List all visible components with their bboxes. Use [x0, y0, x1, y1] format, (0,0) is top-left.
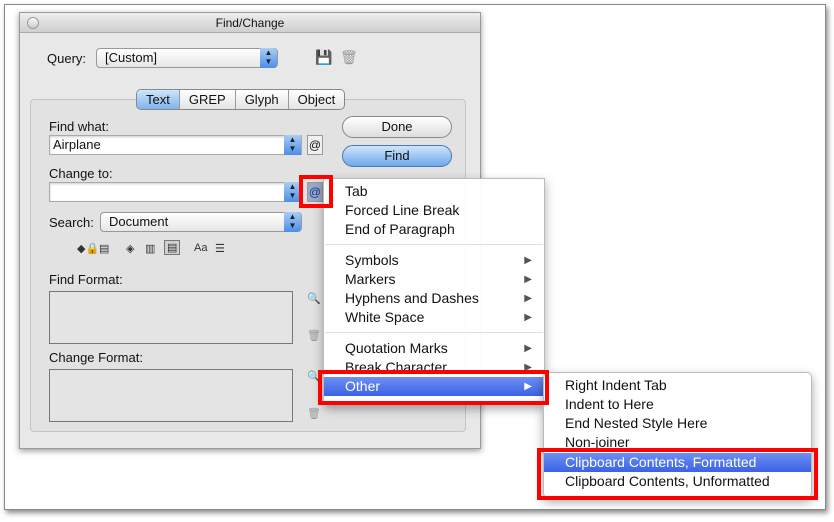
include-footnotes-icon[interactable]: ▤	[164, 240, 181, 255]
query-select[interactable]: [Custom] ▲ ▼	[96, 48, 278, 68]
change-format-label: Change Format:	[49, 350, 143, 365]
include-locked-layers-icon[interactable]: ◆🔒	[77, 242, 99, 255]
done-button[interactable]: Done	[342, 116, 452, 138]
query-label: Query:	[47, 51, 87, 66]
submenu-arrow-icon: ▶	[524, 255, 532, 266]
at-icon: @	[308, 138, 322, 152]
menu-item-end-of-paragraph[interactable]: End of Paragraph	[324, 220, 544, 239]
special-characters-find-button[interactable]: @	[307, 135, 323, 155]
tab-object[interactable]: Object	[289, 90, 345, 109]
change-to-input[interactable]: ▲ ▼	[49, 182, 302, 202]
search-label: Search:	[49, 215, 94, 230]
stepper-icon: ▲ ▼	[260, 48, 277, 68]
tab-glyph[interactable]: Glyph	[236, 90, 289, 109]
dialog-title: Find/Change	[215, 16, 285, 30]
find-format-label: Find Format:	[49, 272, 123, 287]
submenu-arrow-icon: ▶	[524, 293, 532, 304]
annotation-highlight-other	[318, 370, 549, 405]
find-what-value: Airplane	[53, 137, 101, 152]
stepper-icon: ▲ ▼	[284, 212, 301, 232]
include-master-pages-icon[interactable]: ▥	[145, 242, 155, 255]
menu-item-symbols[interactable]: Symbols ▶	[324, 251, 544, 270]
menu-item-quotation-marks[interactable]: Quotation Marks ▶	[324, 339, 544, 358]
find-button[interactable]: Find	[342, 145, 452, 167]
submenu-arrow-icon: ▶	[524, 274, 532, 285]
include-hidden-layers-icon[interactable]: ◈	[126, 242, 134, 255]
specify-find-format-icon[interactable]: 🔍	[307, 292, 321, 305]
menu-separator	[325, 244, 543, 245]
find-format-box[interactable]	[49, 291, 293, 344]
change-format-box[interactable]	[49, 369, 293, 422]
whole-word-icon[interactable]: ☰	[215, 242, 225, 255]
menu-item-white-space[interactable]: White Space ▶	[324, 308, 544, 327]
menu-item-indent-to-here[interactable]: Indent to Here	[544, 395, 811, 414]
find-history-icon[interactable]: ▲ ▼	[284, 135, 301, 155]
clear-change-format-icon[interactable]: 🗑	[307, 407, 321, 420]
find-what-label: Find what:	[49, 119, 109, 134]
include-locked-stories-icon[interactable]: ▤	[99, 242, 109, 255]
submenu-arrow-icon: ▶	[524, 312, 532, 323]
tab-text[interactable]: Text	[137, 90, 180, 109]
menu-separator	[325, 332, 543, 333]
menu-item-forced-line-break[interactable]: Forced Line Break	[324, 201, 544, 220]
menu-item-tab[interactable]: Tab	[324, 182, 544, 201]
tab-bar: Text GREP Glyph Object	[136, 89, 346, 110]
search-scope-value: Document	[109, 214, 169, 229]
clear-find-format-icon[interactable]: 🗑	[307, 329, 321, 342]
title-bar[interactable]: Find/Change	[20, 13, 480, 33]
save-query-icon[interactable]: 💾	[315, 49, 332, 66]
menu-item-markers[interactable]: Markers ▶	[324, 270, 544, 289]
tab-grep[interactable]: GREP	[180, 90, 236, 109]
delete-query-icon[interactable]: 🗑	[340, 49, 358, 66]
menu-item-end-nested-style-here[interactable]: End Nested Style Here	[544, 414, 811, 433]
change-to-label: Change to:	[49, 166, 113, 181]
case-sensitive-icon[interactable]: Aa	[194, 242, 207, 254]
menu-item-right-indent-tab[interactable]: Right Indent Tab	[544, 376, 811, 395]
search-scope-select[interactable]: Document ▲ ▼	[100, 212, 302, 232]
find-what-input[interactable]: Airplane ▲ ▼	[49, 135, 302, 155]
query-value: [Custom]	[105, 50, 158, 65]
close-button[interactable]	[27, 17, 39, 29]
annotation-highlight-at-button	[299, 175, 333, 208]
annotation-highlight-clipboard	[537, 448, 818, 500]
submenu-arrow-icon: ▶	[524, 343, 532, 354]
menu-item-hyphens-and-dashes[interactable]: Hyphens and Dashes ▶	[324, 289, 544, 308]
